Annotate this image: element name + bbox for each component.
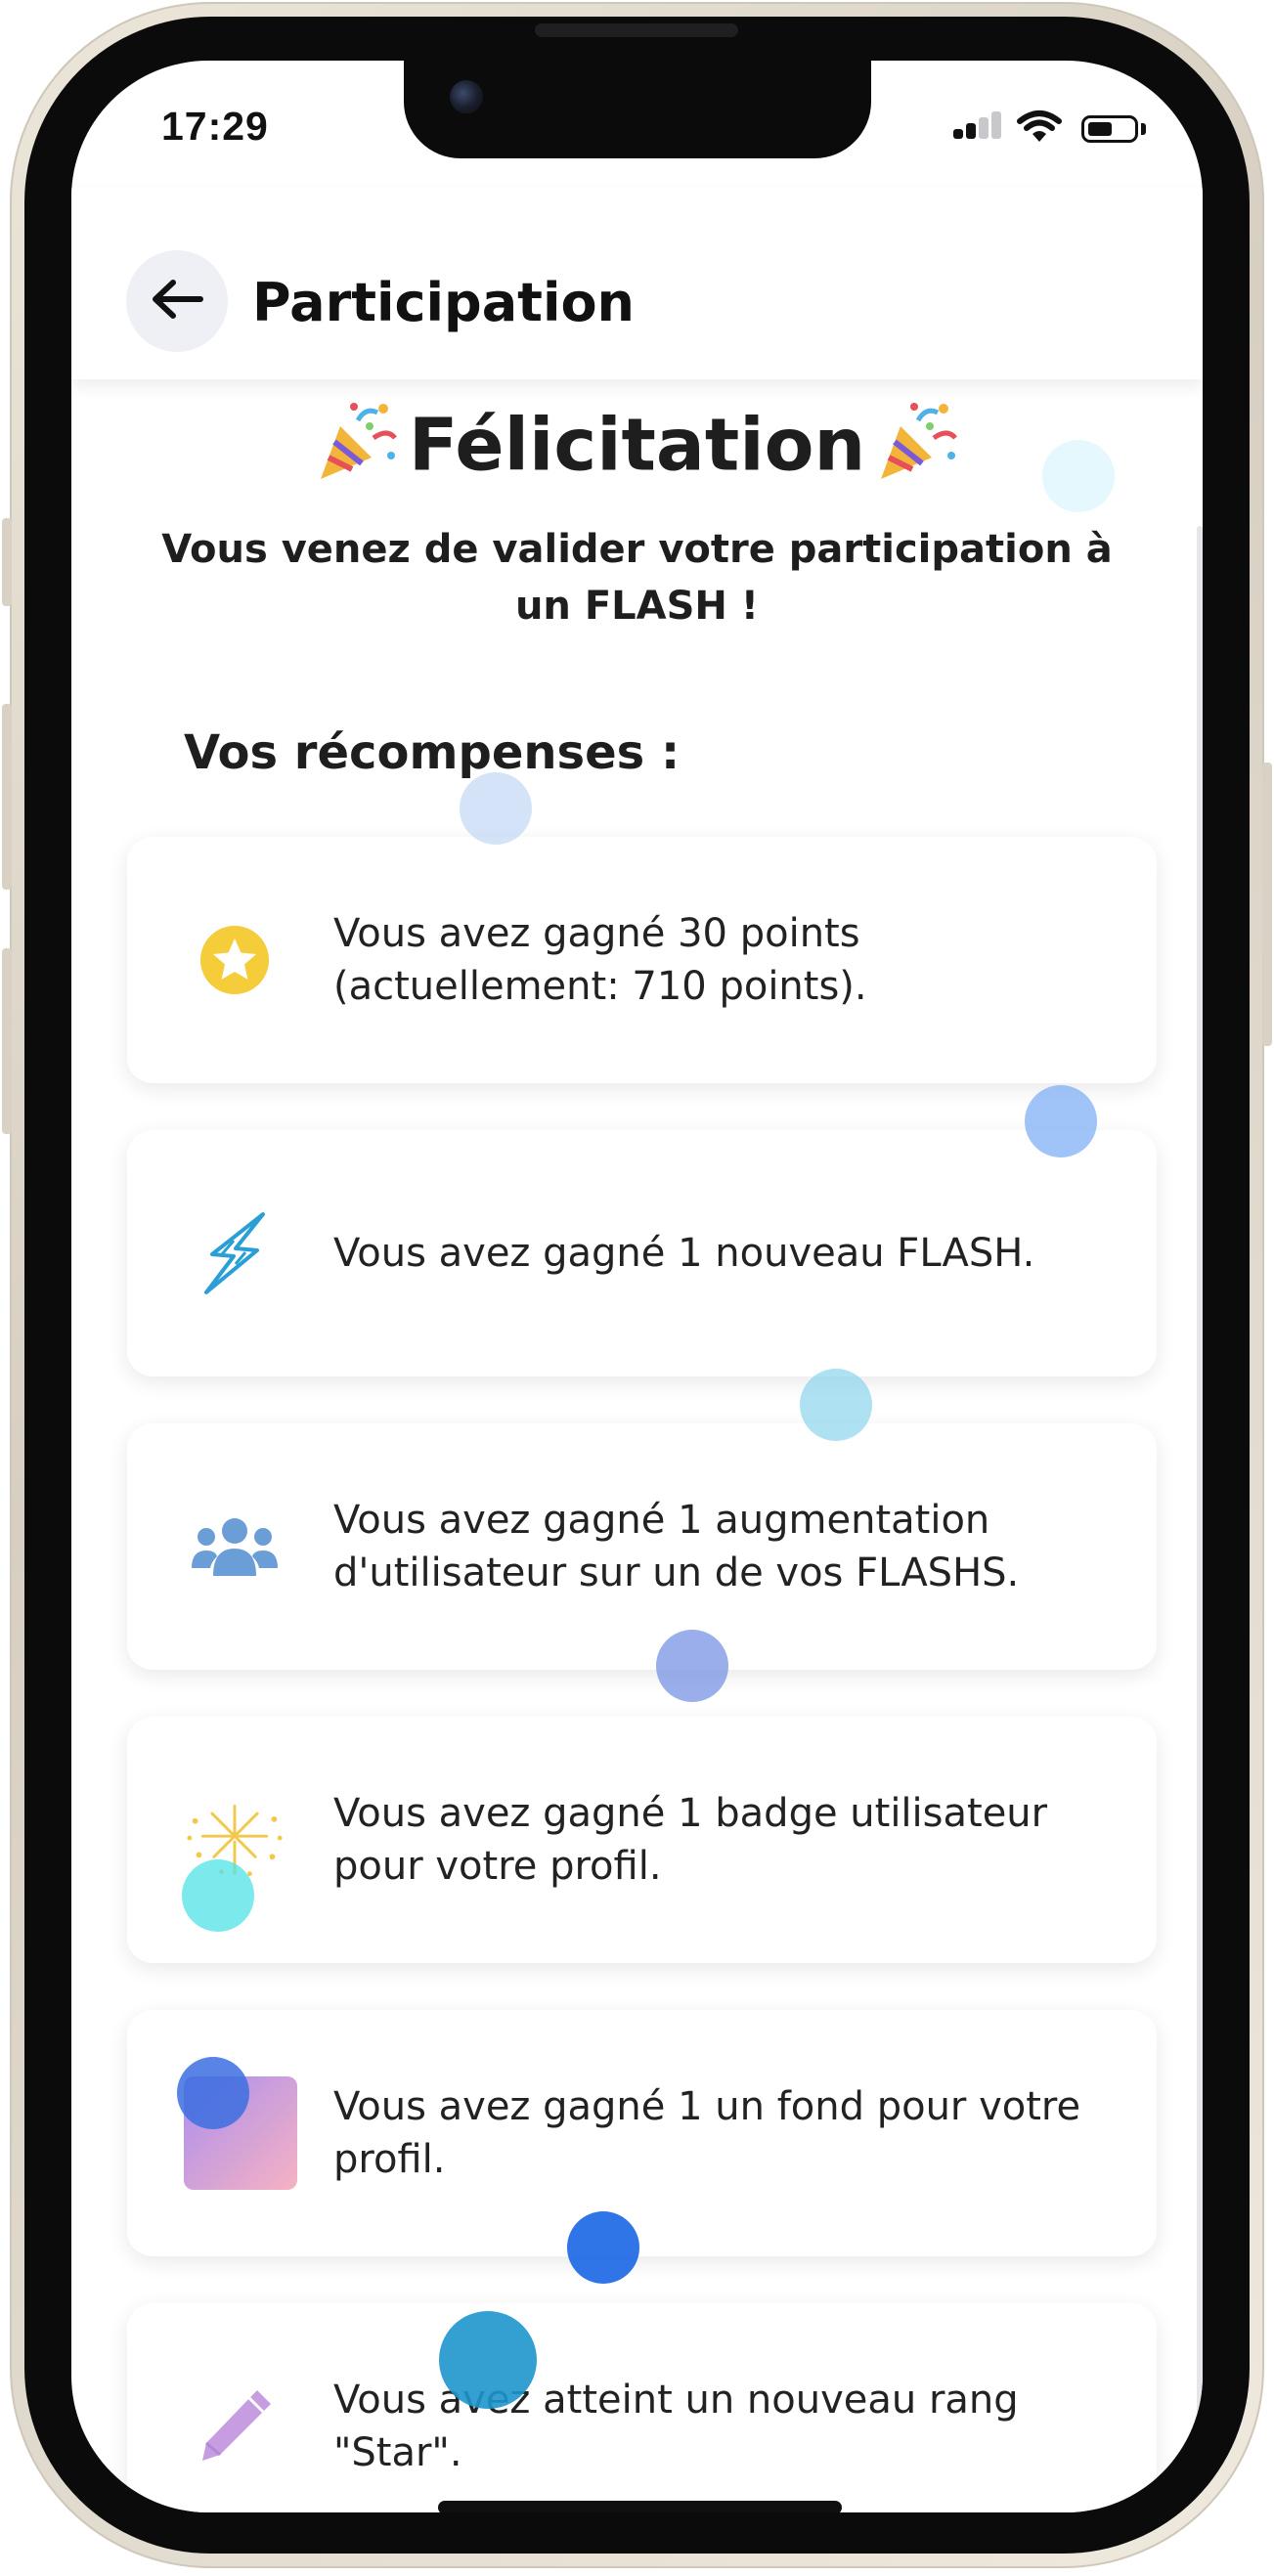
touch-indicator bbox=[1025, 1085, 1097, 1157]
reward-text: Vous avez gagné 1 badge utilisateur pour… bbox=[333, 1791, 1048, 1889]
party-popper-icon bbox=[315, 399, 399, 501]
congrats-heading: Félicitation bbox=[71, 399, 1203, 501]
reward-text: Vous avez gagné 1 nouveau FLASH. bbox=[333, 1231, 1035, 1276]
camera bbox=[450, 80, 483, 113]
touch-indicator bbox=[439, 2311, 537, 2409]
battery-icon bbox=[1081, 115, 1138, 143]
congrats-title: Félicitation bbox=[408, 403, 866, 488]
home-indicator[interactable] bbox=[438, 2501, 842, 2512]
congrats-message: Vous venez de valider votre participatio… bbox=[161, 527, 1113, 629]
side-button bbox=[2, 948, 12, 1134]
party-popper-icon bbox=[875, 399, 959, 501]
users-group-icon bbox=[186, 1498, 284, 1595]
touch-indicator bbox=[182, 1859, 254, 1932]
wifi-icon bbox=[1016, 109, 1063, 149]
arrow-left-icon bbox=[150, 278, 204, 325]
lightning-icon bbox=[186, 1204, 284, 1302]
side-button bbox=[1262, 763, 1272, 1046]
speaker-grille bbox=[535, 23, 738, 37]
signal-icon bbox=[953, 111, 1002, 139]
reward-text: Vous avez gagné 30 points (actuellement:… bbox=[333, 911, 867, 1009]
status-time: 17:29 bbox=[161, 104, 269, 149]
rewards-section-title: Vos récompenses : bbox=[184, 725, 681, 780]
pencil-icon bbox=[186, 2378, 284, 2475]
touch-indicator bbox=[1042, 440, 1115, 512]
reward-card: Vous avez gagné 1 badge utilisateur pour… bbox=[127, 1717, 1157, 1963]
back-button[interactable] bbox=[126, 250, 228, 352]
side-button bbox=[2, 704, 12, 890]
touch-indicator bbox=[656, 1630, 728, 1702]
star-badge-icon bbox=[186, 911, 284, 1009]
touch-indicator bbox=[177, 2057, 249, 2129]
reward-text: Vous avez gagné 1 un fond pour votre pro… bbox=[333, 2084, 1081, 2182]
side-button bbox=[2, 518, 12, 606]
reward-card: Vous avez gagné 1 un fond pour votre pro… bbox=[127, 2010, 1157, 2256]
content-area: Félicitation Vous venez de valider votre… bbox=[71, 379, 1203, 2512]
touch-indicator bbox=[567, 2211, 639, 2284]
reward-card: Vous avez atteint un nouveau rang "Star"… bbox=[127, 2303, 1157, 2512]
page-title: Participation bbox=[252, 272, 635, 333]
reward-card: Vous avez gagné 1 augmentation d'utilisa… bbox=[127, 1423, 1157, 1670]
reward-card: Vous avez gagné 1 nouveau FLASH. bbox=[127, 1130, 1157, 1376]
scrollbar[interactable] bbox=[1197, 526, 1203, 2481]
touch-indicator bbox=[800, 1369, 872, 1441]
app-header: Participation bbox=[71, 188, 1203, 379]
reward-card: Vous avez gagné 30 points (actuellement:… bbox=[127, 837, 1157, 1083]
reward-text: Vous avez gagné 1 augmentation d'utilisa… bbox=[333, 1498, 1020, 1595]
battery-tip bbox=[1141, 123, 1146, 135]
phone-screen: 17:29 Participation Félicitation Vous ve… bbox=[71, 61, 1203, 2512]
touch-indicator bbox=[460, 772, 532, 845]
